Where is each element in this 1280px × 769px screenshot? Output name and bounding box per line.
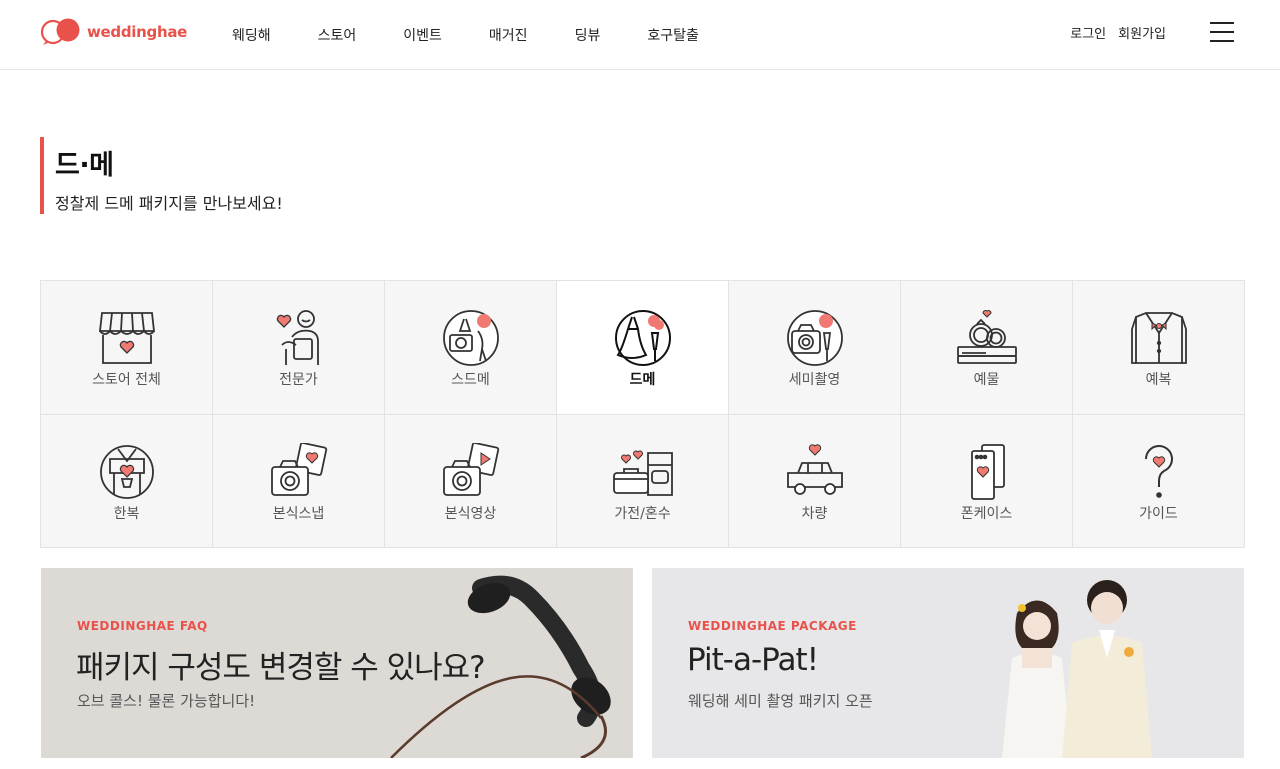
util-nav: 로그인 회원가입: [1058, 0, 1166, 64]
signup-link[interactable]: 회원가입: [1118, 23, 1166, 42]
banner-headline: Pit-a-Pat!: [687, 642, 819, 678]
banner-description: 웨딩해 세미 촬영 패키지 오픈: [688, 692, 873, 710]
category-label: 폰케이스: [960, 505, 1013, 522]
category-grid: 스토어 전체 전문가 스드메 드메 세미촬영 예물 예복 한복 본식스냅 본식영…: [40, 280, 1245, 548]
nav-item-store[interactable]: 스토어: [318, 25, 357, 45]
main-nav: 웨딩해 스토어 이벤트 매거진 딩뷰 호구탈출: [232, 0, 746, 70]
suit-icon: [1130, 312, 1187, 364]
category-expert[interactable]: 전문가: [213, 281, 385, 415]
guide-icon: [1144, 444, 1173, 498]
category-label: 예복: [1145, 372, 1172, 388]
nav-item-event[interactable]: 이벤트: [403, 25, 442, 45]
category-car[interactable]: 차량: [729, 414, 901, 548]
category-wedding-snap[interactable]: 본식스냅: [213, 414, 385, 548]
banner-description: 오브 콜스! 물론 가능합니다!: [77, 692, 256, 710]
banner-kicker: WEDDINGHAE FAQ: [77, 619, 208, 633]
menu-icon[interactable]: [1210, 22, 1234, 42]
page-title: 드·메: [55, 150, 114, 181]
category-semi-shoot[interactable]: 세미촬영: [729, 281, 901, 415]
logo-text: weddinghae: [87, 23, 188, 41]
category-label: 가이드: [1139, 505, 1178, 522]
category-rings[interactable]: 예물: [901, 281, 1073, 415]
category-label: 차량: [801, 505, 828, 522]
studio-dress-makeup-icon: [442, 310, 499, 366]
car-icon: [786, 443, 843, 495]
category-phone-case[interactable]: 폰케이스: [901, 414, 1073, 548]
page-subtitle: 정찰제 드메 패키지를 만나보세요!: [55, 194, 283, 213]
category-store-all[interactable]: 스토어 전체: [41, 281, 213, 415]
banner-kicker: WEDDINGHAE PACKAGE: [688, 619, 857, 633]
login-link[interactable]: 로그인: [1070, 23, 1106, 42]
snap-photo-icon: [270, 442, 327, 496]
category-hanbok[interactable]: 한복: [41, 414, 213, 548]
category-label: 가전/혼수: [614, 505, 671, 522]
store-icon: [98, 312, 155, 364]
category-appliance[interactable]: 가전/혼수: [557, 414, 729, 548]
appliance-icon: [612, 450, 673, 496]
category-guide[interactable]: 가이드: [1073, 414, 1245, 548]
nav-item-hogu-escape[interactable]: 호구탈출: [647, 25, 699, 45]
dress-makeup-icon: [614, 310, 671, 366]
category-label: 전문가: [279, 372, 318, 388]
nav-item-magazine[interactable]: 매거진: [489, 25, 528, 45]
category-label: 본식영상: [444, 505, 497, 522]
category-label: 예물: [973, 372, 1000, 388]
page-heading: 드·메 정찰제 드메 패키지를 만나보세요!: [40, 137, 283, 214]
package-banner[interactable]: WEDDINGHAE PACKAGE Pit-a-Pat! 웨딩해 세미 촬영 …: [652, 568, 1244, 758]
faq-banner[interactable]: WEDDINGHAE FAQ 패키지 구성도 변경할 수 있나요? 오브 콜스!…: [41, 568, 633, 758]
category-label: 스드메: [451, 372, 490, 388]
hanbok-icon: [99, 444, 154, 499]
video-icon: [442, 442, 499, 496]
expert-icon: [276, 310, 319, 365]
category-sdm[interactable]: 스드메: [385, 281, 557, 415]
category-dress-makeup[interactable]: 드메: [557, 281, 729, 415]
nav-item-weddinghae[interactable]: 웨딩해: [232, 25, 271, 45]
category-label: 세미촬영: [788, 372, 841, 388]
logo-icon: [40, 18, 80, 45]
category-formal-wear[interactable]: 예복: [1073, 281, 1245, 415]
site-header: weddinghae 웨딩해 스토어 이벤트 매거진 딩뷰 호구탈출 로그인 회…: [0, 0, 1280, 70]
category-label: 드메: [629, 372, 656, 388]
category-label: 한복: [113, 505, 140, 522]
rings-icon: [956, 310, 1017, 364]
category-label: 스토어 전체: [92, 372, 161, 388]
category-label: 본식스냅: [272, 505, 325, 522]
category-wedding-video[interactable]: 본식영상: [385, 414, 557, 548]
banner-headline: 패키지 구성도 변경할 수 있나요?: [76, 650, 486, 686]
logo[interactable]: weddinghae: [40, 17, 187, 47]
camera-icon: [786, 310, 843, 366]
nav-item-dingview[interactable]: 딩뷰: [575, 25, 601, 45]
phone-case-icon: [970, 443, 1005, 500]
